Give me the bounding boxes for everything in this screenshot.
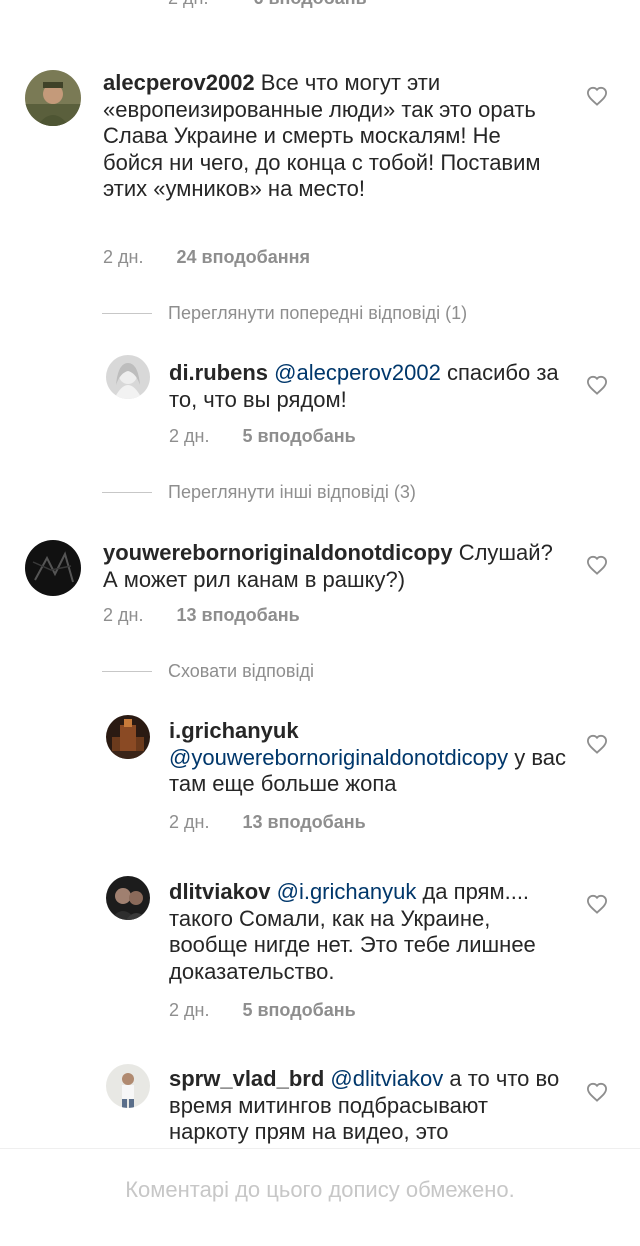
- comment-body: i.grichanyuk @youwerebornoriginaldonotdi…: [169, 718, 569, 798]
- comment-meta: 2 дн. 13 вподобань: [103, 605, 300, 626]
- comment-username[interactable]: alecperov2002: [103, 70, 255, 95]
- comment-meta: 2 дн. 13 вподобань: [169, 812, 366, 833]
- view-other-replies-label: Переглянути інші відповіді (3): [168, 481, 416, 502]
- comment-body: sprw_vlad_brd @dlitviakov а то что во вр…: [169, 1066, 569, 1146]
- comments-restricted-footer: Коментарі до цього допису обмежено.: [0, 1148, 640, 1246]
- like-heart-icon[interactable]: [586, 86, 608, 106]
- like-heart-icon[interactable]: [586, 894, 608, 914]
- comment-body: di.rubens @alecperov2002 спасибо за то, …: [169, 360, 559, 413]
- thread-divider: [102, 312, 152, 314]
- comment-username[interactable]: sprw_vlad_brd: [169, 1066, 324, 1091]
- avatar[interactable]: [106, 715, 150, 759]
- like-heart-icon[interactable]: [586, 375, 608, 395]
- comment-likes[interactable]: 5 вподобань: [242, 1000, 355, 1020]
- comment-likes[interactable]: 5 вподобань: [242, 426, 355, 446]
- view-other-replies-link[interactable]: Переглянути інші відповіді (3): [102, 480, 416, 504]
- comment-time: 2 дн.: [169, 426, 210, 446]
- avatar[interactable]: [106, 355, 150, 399]
- comment-body: youwerebornoriginaldonotdicopy Слушай? А…: [103, 540, 573, 593]
- comment-likes[interactable]: 13 вподобань: [176, 605, 299, 625]
- comment-username[interactable]: dlitviakov: [169, 879, 270, 904]
- thread-divider: [102, 491, 152, 493]
- avatar[interactable]: [106, 1064, 150, 1108]
- hide-replies-link[interactable]: Сховати відповіді: [102, 659, 314, 683]
- comment-time: 2 дн.: [168, 0, 208, 8]
- avatar[interactable]: [25, 540, 81, 596]
- comment-time: 2 дн.: [103, 247, 144, 267]
- comment-mention[interactable]: @youwerebornoriginaldonotdicopy: [169, 745, 508, 770]
- comment-username[interactable]: youwerebornoriginaldonotdicopy: [103, 540, 453, 565]
- comment-likes[interactable]: 13 вподобань: [242, 812, 365, 832]
- comment-mention[interactable]: @i.grichanyuk: [277, 879, 417, 904]
- comment-likes[interactable]: 24 вподобання: [176, 247, 310, 267]
- like-heart-icon[interactable]: [586, 1082, 608, 1102]
- hide-replies-label: Сховати відповіді: [168, 660, 314, 681]
- avatar[interactable]: [25, 70, 81, 126]
- like-heart-icon[interactable]: [586, 734, 608, 754]
- view-previous-replies-label: Переглянути попередні відповіді (1): [168, 302, 468, 323]
- comment-body: alecperov2002 Все что могут эти «европеи…: [103, 70, 543, 203]
- comment-mention[interactable]: @alecperov2002: [274, 360, 441, 385]
- comment-username[interactable]: di.rubens: [169, 360, 268, 385]
- comment-meta: 2 дн. 5 вподобань: [169, 1000, 356, 1021]
- view-previous-replies-link[interactable]: Переглянути попередні відповіді (1): [102, 301, 467, 325]
- comment-body: dlitviakov @i.grichanyuk да прям.... так…: [169, 879, 569, 985]
- comment-meta: 2 дн. 24 вподобання: [103, 247, 310, 268]
- like-heart-icon[interactable]: [586, 555, 608, 575]
- comment-time: 2 дн.: [103, 605, 144, 625]
- comments-restricted-notice: Коментарі до цього допису обмежено.: [125, 1177, 515, 1202]
- comment-mention[interactable]: @dlitviakov: [330, 1066, 443, 1091]
- comment-meta: 2 дн. 5 вподобань: [169, 426, 356, 447]
- comment-time: 2 дн.: [169, 1000, 210, 1020]
- comment-time: 2 дн.: [169, 812, 210, 832]
- thread-divider: [102, 670, 152, 672]
- comment-username[interactable]: i.grichanyuk: [169, 718, 299, 743]
- avatar[interactable]: [106, 876, 150, 920]
- comment-likes[interactable]: 6 вподобань: [253, 0, 366, 8]
- comment-meta: 2 дн. 6 вподобань: [168, 0, 367, 9]
